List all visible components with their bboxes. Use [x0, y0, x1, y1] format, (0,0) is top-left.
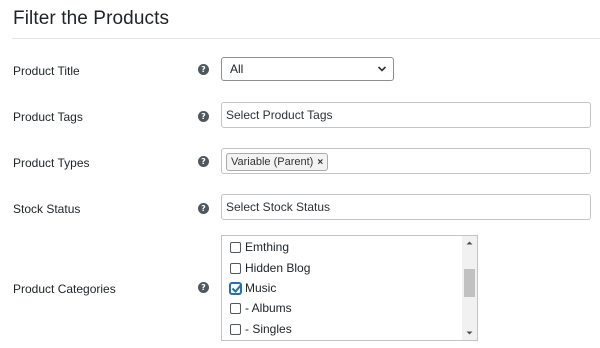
checkbox[interactable] [230, 262, 241, 274]
product-type-tag-label: Variable (Parent) [231, 156, 314, 168]
product-title-select[interactable]: All [221, 57, 394, 81]
category-option-label: Music [245, 281, 277, 295]
stock-status-input[interactable]: Select Stock Status [221, 194, 591, 220]
scroll-down-icon[interactable] [462, 326, 477, 340]
category-option-label: - Singles [245, 322, 292, 336]
product-type-tag: Variable (Parent) × [226, 153, 329, 171]
product-tags-input[interactable]: Select Product Tags [221, 102, 591, 128]
checkbox-checked[interactable] [230, 282, 242, 294]
scroll-up-icon[interactable] [462, 236, 477, 250]
category-option[interactable]: Hidden Blog [230, 260, 310, 276]
help-icon[interactable]: ? [198, 64, 209, 75]
checkbox[interactable] [230, 302, 241, 314]
product-categories-list[interactable]: Emthing Hidden Blog Music - Albums - Sin… [221, 235, 478, 341]
checkbox[interactable] [230, 241, 241, 253]
chevron-down-icon [377, 66, 387, 72]
category-option[interactable]: Emthing [230, 239, 289, 255]
product-title-label: Product Title [13, 64, 80, 78]
scrollbar-thumb[interactable] [464, 269, 475, 297]
divider [12, 38, 600, 39]
category-option-label: Emthing [245, 240, 290, 254]
scrollbar[interactable] [462, 236, 477, 340]
product-title-value: All [230, 62, 244, 76]
checkbox[interactable] [230, 323, 241, 335]
category-option-label: Hidden Blog [245, 261, 311, 275]
check-icon [231, 283, 242, 293]
page-title: Filter the Products [13, 8, 170, 29]
product-tags-label: Product Tags [13, 110, 83, 124]
help-icon[interactable]: ? [198, 111, 209, 122]
help-icon[interactable]: ? [198, 156, 209, 167]
product-types-label: Product Types [13, 156, 90, 170]
help-icon[interactable]: ? [198, 203, 209, 214]
category-option[interactable]: Music [230, 280, 276, 296]
help-icon[interactable]: ? [198, 282, 209, 293]
category-option-label: - Albums [245, 301, 292, 315]
remove-tag-icon[interactable]: × [317, 157, 323, 168]
category-option[interactable]: - Albums [230, 300, 292, 316]
stock-status-placeholder: Select Stock Status [226, 200, 331, 214]
stock-status-label: Stock Status [13, 202, 81, 216]
category-option[interactable]: - Singles [230, 321, 292, 337]
product-tags-placeholder: Select Product Tags [226, 108, 333, 122]
product-categories-label: Product Categories [13, 282, 116, 296]
